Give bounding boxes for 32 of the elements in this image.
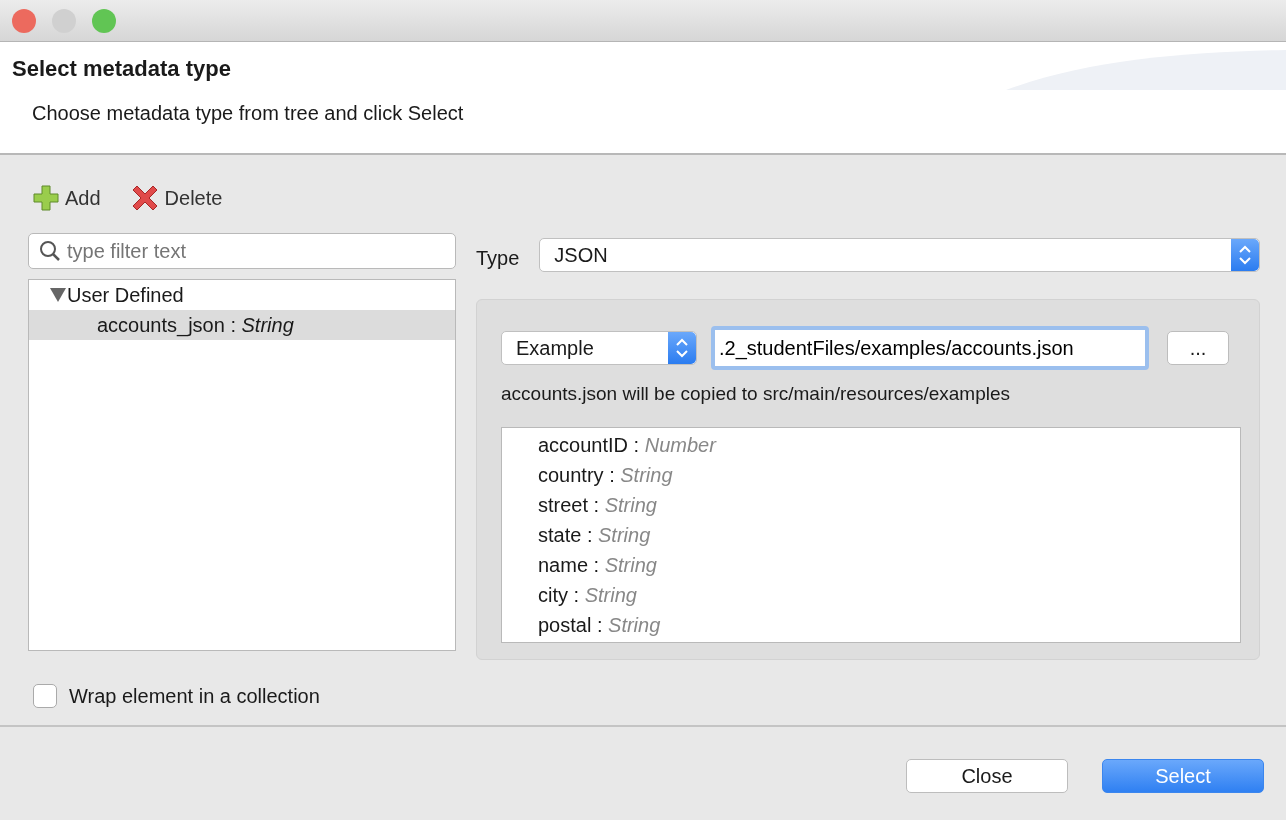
cross-icon xyxy=(130,184,159,212)
field-item: state : String xyxy=(538,522,652,548)
checkbox[interactable] xyxy=(33,684,57,708)
dialog-subtitle: Choose metadata type from tree and click Select xyxy=(31,101,465,127)
expanded-arrow-icon[interactable] xyxy=(49,287,67,303)
dialog-title: Select metadata type xyxy=(12,56,231,83)
field-item: street : String xyxy=(538,492,658,518)
field-item: accountID : Number xyxy=(538,432,718,458)
tree-item[interactable]: User Defined xyxy=(29,280,455,310)
source-select[interactable]: Example xyxy=(501,331,697,365)
path-field[interactable]: .2_studentFiles/examples/accounts.json xyxy=(711,326,1149,370)
zoom-window-icon[interactable] xyxy=(92,8,116,33)
field-item: name : String xyxy=(538,552,658,578)
field-item: postal : String xyxy=(538,612,662,638)
updown-arrows-icon xyxy=(1238,244,1252,266)
checkbox-label: Wrap element in a collection xyxy=(69,684,320,709)
browse-button[interactable]: ... xyxy=(1167,331,1229,365)
add-button[interactable]: Add xyxy=(33,183,101,213)
close-button[interactable]: Close xyxy=(906,759,1068,793)
tree-item[interactable]: accounts_json : String xyxy=(29,310,455,340)
copy-note: accounts.json will be copied to src/main/resources/examples xyxy=(501,382,1011,406)
field-item: city : String xyxy=(538,582,638,608)
type-select[interactable]: JSON xyxy=(539,238,1260,272)
field-item: country : String xyxy=(538,462,674,488)
delete-button[interactable]: Delete xyxy=(130,183,223,213)
plus-icon xyxy=(33,185,59,211)
type-label: Type xyxy=(476,246,520,271)
close-window-icon[interactable] xyxy=(12,8,36,33)
updown-arrows-icon xyxy=(675,337,689,359)
minimize-window-icon[interactable] xyxy=(52,8,76,33)
search-icon xyxy=(38,239,62,263)
filter-field[interactable]: type filter text xyxy=(28,233,456,269)
